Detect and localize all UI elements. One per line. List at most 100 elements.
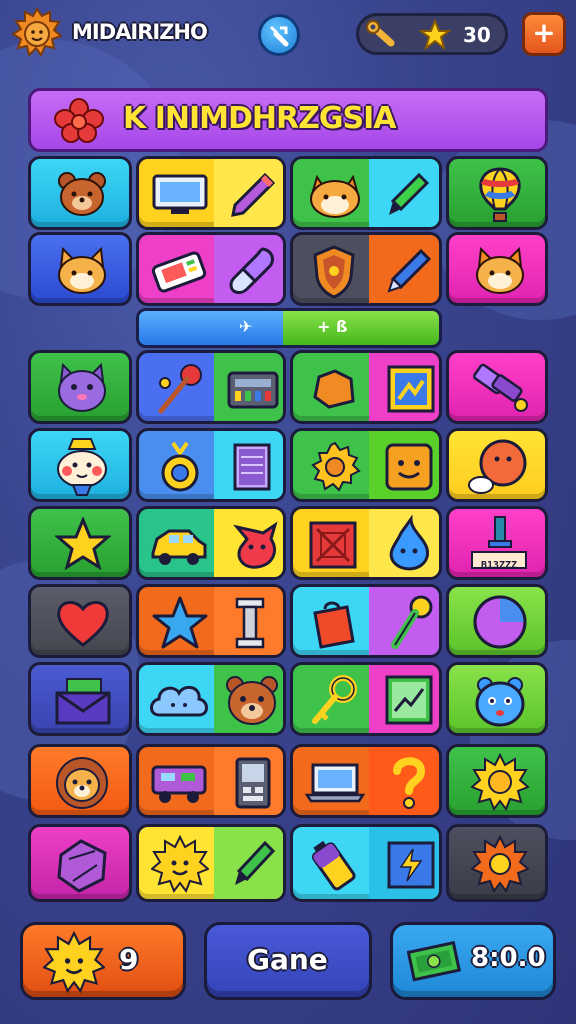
bear-face-icon	[58, 172, 106, 216]
tile-envelope[interactable]	[28, 662, 132, 736]
sun-face-icon	[151, 835, 209, 894]
capsule-icon	[229, 247, 274, 294]
game-device-icon	[151, 251, 207, 293]
tile-gear-smiley[interactable]	[290, 428, 442, 502]
envelope-money-icon	[55, 678, 111, 725]
bear-head-icon	[226, 676, 278, 725]
van-icon	[151, 765, 207, 803]
game-button[interactable]: Gane	[204, 922, 372, 1000]
gear-icon	[311, 441, 361, 492]
tile-balloon-face[interactable]	[446, 428, 548, 502]
microphone-icon	[391, 595, 433, 649]
ring-icon	[161, 441, 199, 492]
tower-plaque: B13ZZZ	[471, 551, 527, 571]
pin-toy-icon	[158, 364, 202, 414]
balloon-face-icon	[468, 439, 527, 494]
tile-blue-blob[interactable]	[446, 662, 548, 736]
tile-hamster-marker[interactable]	[290, 156, 442, 230]
water-drop-icon	[389, 515, 429, 571]
wrench-currency-icon	[366, 20, 395, 47]
robot-arm-icon	[473, 363, 528, 412]
tile-animal-bear[interactable]	[28, 156, 132, 230]
picture-frame-icon	[387, 365, 435, 413]
tile-sun[interactable]	[446, 744, 548, 818]
tile-battery-frame[interactable]	[290, 824, 442, 902]
tile-star[interactable]	[28, 506, 132, 580]
notepad-icon	[233, 443, 271, 491]
handheld-device-icon	[235, 757, 271, 809]
tile-cloud-bear[interactable]	[136, 662, 286, 736]
hamster-icon	[310, 174, 360, 218]
sun-face-bottom-icon	[43, 931, 105, 993]
tile-gear-dark[interactable]	[446, 824, 548, 902]
tile-heart[interactable]	[28, 584, 132, 658]
wrench-icon	[270, 26, 289, 47]
tile-shield-pen[interactable]	[290, 232, 442, 306]
sun-score-button[interactable]: 9	[20, 922, 186, 1000]
tile-rock-picture[interactable]	[290, 350, 442, 424]
clown-icon	[57, 438, 107, 496]
tile-bowling-pins-radio[interactable]	[136, 350, 286, 424]
tower-icon	[488, 516, 512, 548]
tile-gem-box[interactable]	[28, 824, 132, 902]
currency-display: 30	[356, 13, 508, 55]
tile-ring-notepad[interactable]	[136, 428, 286, 502]
star-currency-icon	[419, 19, 451, 51]
tile-animal-purple-cat[interactable]	[28, 350, 132, 424]
progress-right-label: + ß	[317, 317, 348, 336]
progress-left-label: ✈	[239, 317, 253, 336]
bag-icon	[313, 601, 355, 649]
tile-key-chart[interactable]	[290, 662, 442, 736]
cash-timer-button[interactable]: 8:0.0	[390, 922, 556, 1000]
tile-sun-face-marker[interactable]	[136, 824, 286, 902]
tile-van-device[interactable]	[136, 744, 286, 818]
bolt-frame-icon	[387, 841, 435, 889]
rock-icon	[313, 369, 355, 409]
cash-icon	[407, 940, 462, 982]
tile-clown-fish[interactable]	[28, 428, 132, 502]
timer-value: 8:0.0	[471, 943, 546, 973]
tile-device-capsule[interactable]	[136, 232, 286, 306]
tile-animal-fox[interactable]	[446, 232, 548, 306]
tile-box-drop[interactable]	[290, 506, 442, 580]
sun-icon	[471, 753, 529, 811]
question-mark-icon	[393, 757, 426, 809]
pillar-icon	[235, 597, 265, 649]
orb-icon	[473, 595, 527, 649]
level-progress-bar: ✈ + ß	[136, 308, 442, 348]
red-creature-icon	[233, 521, 278, 569]
tile-car-creature[interactable]	[136, 506, 286, 580]
tile-laptop-question[interactable]	[290, 744, 442, 818]
tower-plaque-label: B13ZZZ	[480, 560, 518, 571]
orange-gear-icon	[471, 835, 529, 894]
tile-animal-lion[interactable]	[28, 744, 132, 818]
tile-animal-cat[interactable]	[28, 232, 132, 306]
radio-icon	[227, 371, 279, 409]
progress-fill-green	[283, 311, 439, 345]
tools-button[interactable]	[258, 14, 300, 56]
balloon-icon	[479, 167, 521, 222]
key-icon	[312, 675, 357, 724]
add-currency-button[interactable]: +	[522, 12, 566, 56]
top-bar: MIDAIRIZHO 30 +	[0, 0, 576, 70]
banner-title: K INIMDHRZGSIA	[123, 101, 396, 136]
tile-starfish-pillar[interactable]	[136, 584, 286, 658]
tile-robot-arm[interactable]	[446, 350, 548, 424]
tile-bag-mic[interactable]	[290, 584, 442, 658]
sun-score-value: 9	[119, 943, 139, 976]
box-icon	[309, 521, 357, 569]
tile-hot-air-balloon[interactable]	[446, 156, 548, 230]
heart-icon	[57, 601, 109, 647]
shield-icon	[313, 245, 355, 299]
smiley-block-icon	[385, 443, 433, 491]
progress-fill-blue	[139, 311, 283, 345]
cloud-icon	[150, 685, 208, 717]
player-avatar-icon[interactable]	[11, 7, 63, 58]
player-name: MIDAIRIZHO	[72, 20, 208, 44]
pencil-icon	[231, 172, 276, 217]
tile-screen-pencil[interactable]	[136, 156, 286, 230]
laptop-icon	[305, 763, 365, 803]
tile-tower-label[interactable]: B13ZZZ	[446, 506, 548, 580]
tile-orb[interactable]	[446, 584, 548, 658]
monitor-icon	[152, 174, 208, 214]
